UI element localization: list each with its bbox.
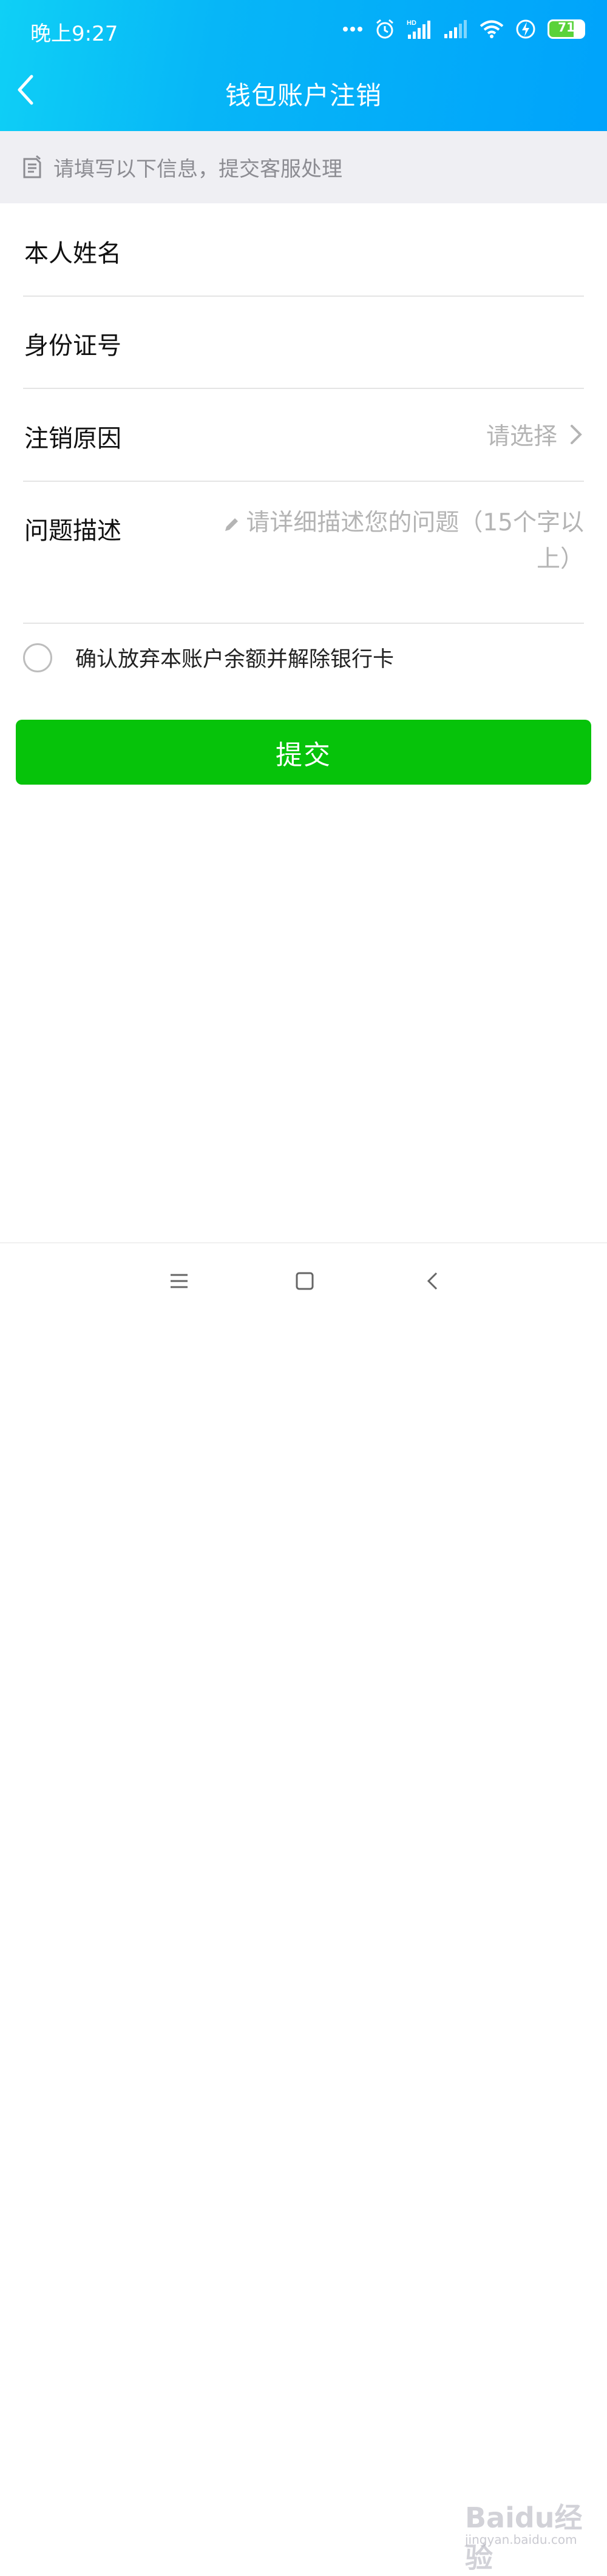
charging-icon xyxy=(516,19,535,39)
pencil-icon xyxy=(225,518,239,531)
page-title: 钱包账户注销 xyxy=(225,81,382,110)
reason-select[interactable]: 请选择 xyxy=(486,418,584,451)
description-field-row[interactable]: 问题描述 请详细描述您的问题（15个字以上） xyxy=(23,481,584,624)
chevron-right-icon xyxy=(571,425,582,444)
back-triangle-icon[interactable] xyxy=(420,1268,447,1294)
watermark-url: jingyan.baidu.com xyxy=(465,2532,577,2547)
confirm-text: 确认放弃本账户余额并解除银行卡 xyxy=(75,647,395,672)
alarm-icon xyxy=(376,19,393,39)
home-square-icon[interactable] xyxy=(291,1268,318,1294)
document-icon xyxy=(23,155,41,178)
submit-button[interactable]: 提交 xyxy=(16,720,591,785)
tip-bar: 请填写以下信息，提交客服处理 xyxy=(0,131,607,203)
menu-icon[interactable] xyxy=(166,1268,192,1294)
confirm-checkbox-row[interactable]: 确认放弃本账户余额并解除银行卡 xyxy=(23,642,394,673)
id-field-label: 身份证号 xyxy=(24,332,121,360)
system-nav-bar: Baidu经验 jingyan.baidu.com xyxy=(0,1242,607,2574)
description-placeholder: 请详细描述您的问题（15个字以上） xyxy=(246,509,584,573)
status-time: 晚上9:27 xyxy=(30,22,118,46)
description-input[interactable]: 请详细描述您的问题（15个字以上） xyxy=(220,505,584,578)
more-dots-icon xyxy=(343,27,362,32)
battery-icon: 71 xyxy=(548,19,585,39)
confirm-checkbox[interactable] xyxy=(23,643,52,672)
name-field-row[interactable]: 本人姓名 xyxy=(23,203,584,297)
battery-text: 71 xyxy=(558,20,575,35)
signal-hd-icon: HD xyxy=(407,19,430,39)
wifi-icon xyxy=(480,20,504,38)
tip-text: 请填写以下信息，提交客服处理 xyxy=(53,157,342,181)
reason-placeholder: 请选择 xyxy=(486,423,557,450)
name-field-label: 本人姓名 xyxy=(24,240,121,268)
reason-field-label: 注销原因 xyxy=(24,425,121,453)
signal-icon xyxy=(444,20,467,38)
status-icons: HD 71 xyxy=(342,16,585,42)
description-field-label: 问题描述 xyxy=(24,517,121,545)
reason-select-row[interactable]: 注销原因 请选择 xyxy=(23,388,584,482)
id-field-row[interactable]: 身份证号 xyxy=(23,296,584,389)
app-header: 晚上9:27 HD 71 钱包账户注销 xyxy=(0,0,607,131)
svg-text:HD: HD xyxy=(407,19,416,27)
